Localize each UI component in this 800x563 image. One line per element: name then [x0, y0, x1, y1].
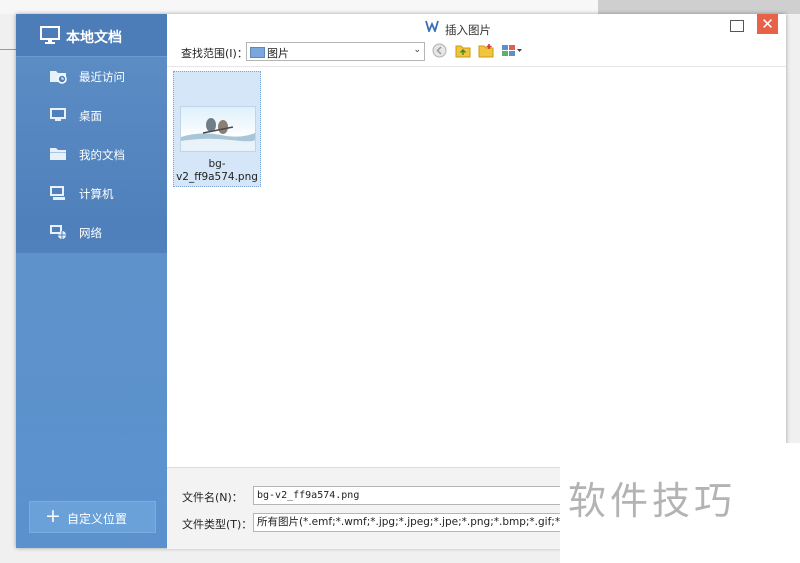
filename-label: 文件名(N)：	[182, 491, 243, 504]
back-icon[interactable]	[432, 43, 447, 61]
sidebar-title: 本地文档	[66, 30, 122, 46]
recent-folder-icon	[49, 68, 67, 87]
filetype-label: 文件类型(T)：	[182, 518, 253, 531]
folder-icon	[49, 146, 67, 165]
sidebar-item-label: 计算机	[79, 187, 114, 201]
filetype-select[interactable]: 所有图片(*.emf;*.wmf;*.jpg;*.jpeg;*.jpe;*.pn…	[253, 513, 578, 532]
pictures-folder-icon	[250, 47, 265, 58]
new-folder-icon[interactable]	[478, 43, 494, 61]
custom-location-label: 自定义位置	[67, 512, 128, 526]
chevron-down-icon: ⌄	[413, 45, 421, 55]
maximize-button[interactable]	[730, 20, 744, 32]
sidebar-item-computer[interactable]: 计算机	[16, 174, 167, 213]
computer-icon	[49, 185, 67, 204]
monitor-icon	[40, 26, 60, 47]
sidebar-item-recent[interactable]: 最近访问	[16, 57, 167, 96]
view-menu-icon[interactable]	[501, 43, 523, 61]
sidebar-item-label: 桌面	[79, 109, 102, 123]
look-in-value: 图片	[267, 47, 289, 60]
filename-input[interactable]: bg-v2_ff9a574.png	[253, 486, 578, 505]
look-in-select[interactable]: 图片 ⌄	[246, 42, 425, 61]
dialog-title: 插入图片	[445, 23, 491, 37]
file-list: bg-v2_ff9a574.png	[167, 66, 786, 467]
watermark-text: 软件技巧	[568, 479, 737, 523]
sidebar-item-my-documents[interactable]: 我的文档	[16, 135, 167, 174]
wps-writer-icon	[425, 20, 439, 36]
sidebar-item-label: 网络	[79, 226, 102, 240]
custom-location-button[interactable]: + 自定义位置	[29, 501, 156, 533]
sidebar-nav: 最近访问 桌面 我的文档 计算机 网络	[16, 57, 167, 252]
desktop-icon	[49, 107, 67, 126]
sidebar-item-network[interactable]: 网络	[16, 213, 167, 252]
sidebar-item-label: 我的文档	[79, 148, 125, 162]
look-in-label: 查找范围(I)：	[181, 47, 248, 60]
close-button[interactable]: ✕	[757, 14, 778, 34]
background-window-right	[598, 0, 800, 14]
sidebar-header: 本地文档	[16, 14, 167, 57]
background-divider	[0, 49, 16, 50]
sidebar-item-label: 最近访问	[79, 70, 125, 84]
sidebar: 本地文档 最近访问 桌面 我的文档 计算机 网络 + 自定义位置	[16, 14, 167, 548]
file-item[interactable]: bg-v2_ff9a574.png	[173, 71, 261, 187]
sidebar-item-desktop[interactable]: 桌面	[16, 96, 167, 135]
up-folder-icon[interactable]	[455, 43, 471, 61]
plus-icon: +	[45, 505, 61, 527]
network-icon	[49, 224, 67, 243]
file-name: bg-v2_ff9a574.png	[176, 158, 258, 183]
image-thumbnail	[180, 106, 256, 152]
